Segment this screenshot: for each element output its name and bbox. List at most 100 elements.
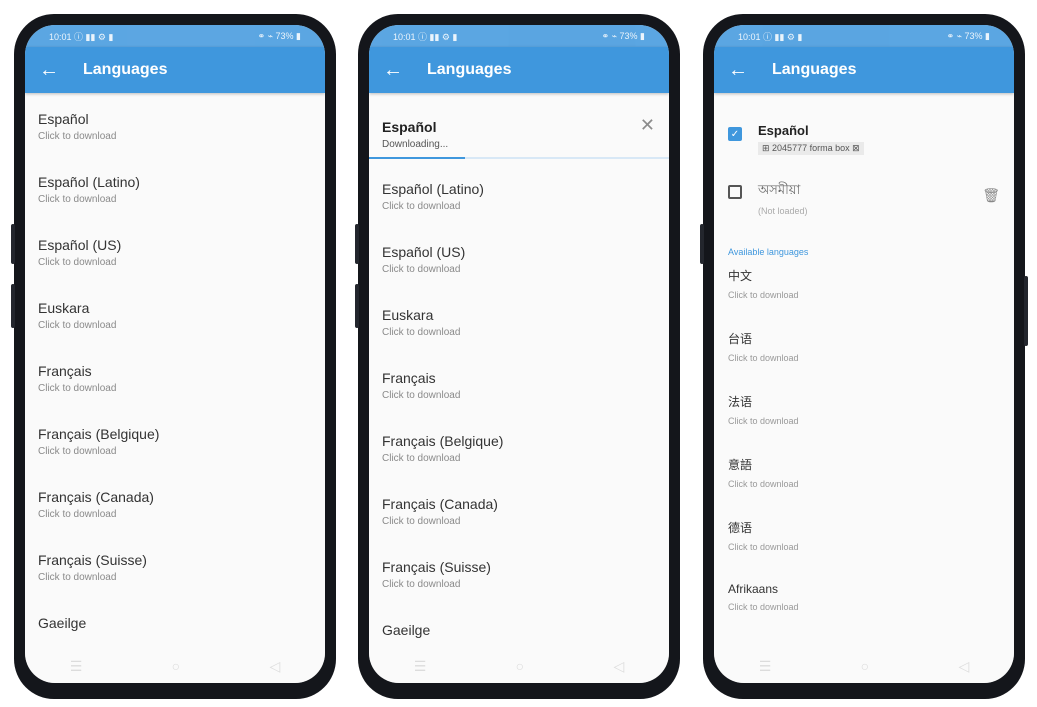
language-name: Español (Latino) — [38, 174, 140, 190]
check-icon: ✓ — [730, 128, 740, 140]
language-status: Click to download — [728, 479, 799, 489]
downloaded-item[interactable]: অসমীয়া (Not loaded) 🗑 — [714, 169, 1014, 227]
list-item[interactable]: Français (Belgique) Click to download — [25, 416, 325, 460]
language-name: Gaeilge — [382, 622, 431, 638]
list-item[interactable]: Français (Suisse) Click to download — [25, 542, 325, 586]
status-left: 10:01 ⓘ ▮▮ ⚙ ▮ — [738, 31, 803, 42]
list-item[interactable]: Español (US) Click to download — [369, 234, 669, 278]
home-icon[interactable]: ○ — [516, 658, 524, 674]
language-status: Click to download — [382, 201, 461, 212]
language-name: Français — [382, 370, 436, 386]
language-status: Click to download — [38, 509, 117, 520]
language-status: Click to download — [382, 516, 461, 527]
language-status: Click to download — [382, 390, 461, 401]
status-right: ⚭ ⌁ 73% ▮ — [257, 30, 301, 41]
page-title: Languages — [427, 61, 512, 78]
downloaded-item[interactable]: ✓ Español ⊞ 2045777 forma box ⊠ — [714, 111, 1014, 169]
status-right: ⚭ ⌁ 73% ▮ — [601, 30, 645, 41]
language-status: Click to download — [38, 572, 117, 583]
list-item[interactable]: Euskara Click to download — [369, 297, 669, 341]
status-left: 10:01 ⓘ ▮▮ ⚙ ▮ — [393, 31, 458, 42]
phone-frame-1: 10:01 ⓘ ▮▮ ⚙ ▮ ⚭ ⌁ 73% ▮ ← Languages Esp… — [11, 14, 336, 699]
status-bar: 10:01 ⓘ ▮▮ ⚙ ▮ ⚭ ⌁ 73% ▮ — [25, 25, 325, 47]
language-name: Gaeilge — [38, 615, 87, 631]
back-arrow-icon[interactable]: ← — [39, 60, 75, 80]
back-arrow-icon[interactable]: ← — [383, 60, 419, 80]
language-name: Français (Canada) — [38, 489, 154, 505]
language-name: Français (Belgique) — [38, 426, 160, 442]
available-languages: 中文 Click to download 台语 Click to downloa… — [714, 263, 1014, 632]
back-arrow-icon[interactable]: ← — [728, 60, 764, 80]
downloaded-languages: ✓ Español ⊞ 2045777 forma box ⊠ অসমীয়া … — [714, 93, 1014, 227]
back-icon[interactable]: ◁ — [270, 658, 281, 675]
language-name: Français (Belgique) — [382, 433, 504, 449]
cancel-download-icon[interactable]: ✕ — [640, 115, 655, 136]
language-status: Click to download — [38, 446, 117, 457]
language-name: 中文 — [728, 269, 753, 283]
language-name: 法语 — [728, 395, 753, 409]
language-name: Français — [38, 363, 92, 379]
list-item[interactable]: Euskara Click to download — [25, 290, 325, 334]
list-item[interactable]: Français (Belgique) Click to download — [369, 423, 669, 467]
navigation-bar: ☰ ○ ◁ — [369, 649, 669, 683]
language-status: Click to download — [38, 194, 117, 205]
language-status: Click to download — [38, 131, 117, 142]
screen: 10:01 ⓘ ▮▮ ⚙ ▮ ⚭ ⌁ 73% ▮ ← Languages Esp… — [25, 25, 325, 683]
downloading-item[interactable]: Español Downloading... ✕ — [369, 101, 669, 159]
home-icon[interactable]: ○ — [861, 658, 869, 674]
language-status: Click to download — [38, 320, 117, 331]
list-item[interactable]: Afrikaans Click to download — [714, 578, 1014, 632]
back-icon[interactable]: ◁ — [959, 658, 970, 675]
volume-button — [700, 224, 704, 264]
status-bar: 10:01 ⓘ ▮▮ ⚙ ▮ ⚭ ⌁ 73% ▮ — [714, 25, 1014, 47]
list-item[interactable]: Français Click to download — [25, 353, 325, 397]
list-item[interactable]: Français (Suisse) Click to download — [369, 549, 669, 593]
language-status: Click to download — [382, 327, 461, 338]
app-bar: ← Languages — [25, 47, 325, 93]
list-item[interactable]: Français (Canada) Click to download — [25, 479, 325, 523]
status-right: ⚭ ⌁ 73% ▮ — [946, 30, 990, 41]
language-name: Español — [758, 123, 809, 138]
checkbox-checked[interactable]: ✓ — [728, 127, 742, 141]
language-name: Français (Suisse) — [38, 552, 147, 568]
app-bar: ← Languages — [714, 47, 1014, 93]
list-item[interactable]: Español (Latino) Click to download — [369, 171, 669, 215]
list-item[interactable]: 意語 Click to download — [714, 452, 1014, 506]
status-bar: 10:01 ⓘ ▮▮ ⚙ ▮ ⚭ ⌁ 73% ▮ — [369, 25, 669, 47]
list-item[interactable]: Français (Canada) Click to download — [369, 486, 669, 530]
list-item[interactable]: 台语 Click to download — [714, 326, 1014, 380]
phone-frame-2: 10:01 ⓘ ▮▮ ⚙ ▮ ⚭ ⌁ 73% ▮ ← Languages Esp… — [355, 14, 680, 699]
menu-icon[interactable]: ☰ — [70, 658, 83, 675]
list-item[interactable]: 法语 Click to download — [714, 389, 1014, 443]
language-name: 德语 — [728, 521, 753, 535]
language-name: Español (US) — [382, 244, 466, 260]
list-item[interactable]: Français Click to download — [369, 360, 669, 404]
trash-icon[interactable]: 🗑 — [982, 187, 1000, 204]
checkbox-unchecked[interactable] — [728, 185, 742, 199]
list-item[interactable]: Español (US) Click to download — [25, 227, 325, 271]
list-item[interactable]: Gaeilge — [25, 605, 325, 649]
menu-icon[interactable]: ☰ — [759, 658, 772, 675]
list-item[interactable]: Español Click to download — [25, 101, 325, 145]
language-name: Français (Suisse) — [382, 559, 491, 575]
language-name: Afrikaans — [728, 582, 779, 596]
language-name: Español — [382, 119, 437, 135]
language-name: Français (Canada) — [382, 496, 498, 512]
navigation-bar: ☰ ○ ◁ — [714, 649, 1014, 683]
home-icon[interactable]: ○ — [172, 658, 180, 674]
status-left: 10:01 ⓘ ▮▮ ⚙ ▮ — [49, 31, 114, 42]
language-name: Euskara — [382, 307, 434, 323]
language-status: Click to download — [728, 353, 799, 363]
language-name: Español (US) — [38, 237, 122, 253]
list-item[interactable]: 中文 Click to download — [714, 263, 1014, 317]
back-icon[interactable]: ◁ — [614, 658, 625, 675]
section-header: Available languages — [728, 247, 809, 257]
language-name: Español — [38, 111, 89, 127]
list-item[interactable]: Español (Latino) Click to download — [25, 164, 325, 208]
menu-icon[interactable]: ☰ — [414, 658, 427, 675]
language-status: Click to download — [728, 542, 799, 552]
list-item[interactable]: 德语 Click to download — [714, 515, 1014, 569]
app-bar: ← Languages — [369, 47, 669, 93]
language-status: Click to download — [728, 416, 799, 426]
power-button — [1024, 276, 1028, 346]
